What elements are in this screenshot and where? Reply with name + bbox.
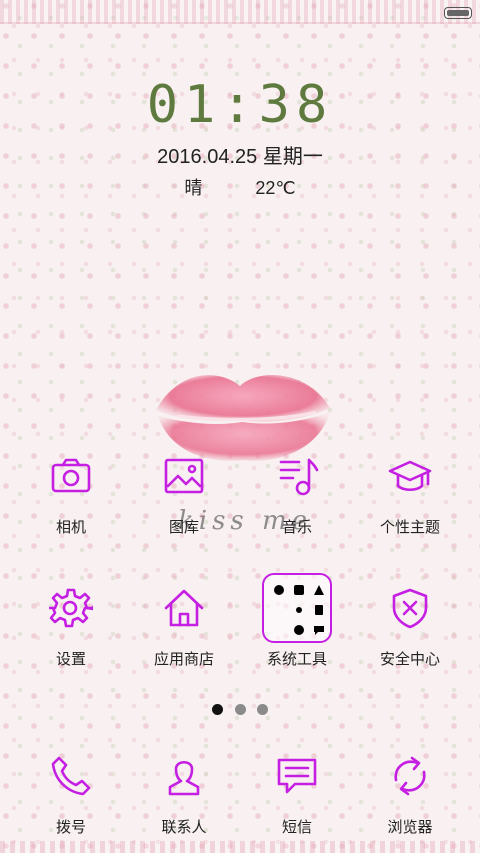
weather-condition: 晴 bbox=[184, 178, 203, 198]
app-themes[interactable]: 个性主题 bbox=[355, 446, 465, 537]
bottom-lace-border bbox=[0, 841, 480, 853]
mini-app-icon bbox=[274, 585, 284, 595]
app-label: 安全中心 bbox=[379, 651, 440, 668]
app-music[interactable]: 音乐 bbox=[242, 446, 352, 537]
app-label: 音乐 bbox=[281, 519, 312, 536]
mini-app-icon bbox=[274, 605, 284, 615]
page-indicator[interactable] bbox=[0, 700, 480, 719]
mini-app-icon bbox=[314, 585, 324, 595]
mini-app-icon bbox=[315, 605, 323, 615]
camera-icon bbox=[41, 446, 101, 506]
page-dot-2[interactable] bbox=[234, 704, 246, 715]
app-store-icon bbox=[154, 578, 214, 638]
top-lace-border bbox=[0, 0, 480, 24]
date-text: 2016.04.25 星期一 bbox=[157, 146, 323, 168]
music-icon bbox=[267, 446, 327, 506]
page-dot-1[interactable] bbox=[212, 704, 224, 715]
app-label: 个性主题 bbox=[379, 519, 440, 536]
temperature: 22℃ bbox=[255, 178, 296, 198]
clock: 01:38 bbox=[146, 75, 334, 135]
app-label: 浏览器 bbox=[387, 819, 433, 836]
messages-icon bbox=[267, 746, 327, 806]
security-icon bbox=[380, 578, 440, 638]
contacts-icon bbox=[154, 746, 214, 806]
app-camera[interactable]: 相机 bbox=[16, 446, 126, 537]
app-label: 图库 bbox=[168, 519, 199, 536]
browser-icon bbox=[380, 746, 440, 806]
phone-icon bbox=[41, 746, 101, 806]
app-label: 系统工具 bbox=[266, 651, 327, 668]
app-security-center[interactable]: 安全中心 bbox=[355, 578, 465, 669]
app-label: 短信 bbox=[281, 819, 312, 836]
weather-row: 晴 22℃ bbox=[0, 174, 480, 200]
mini-app-icon bbox=[274, 627, 284, 633]
app-label: 拨号 bbox=[55, 819, 86, 836]
mini-app-icon bbox=[296, 607, 302, 613]
app-gallery[interactable]: 图库 bbox=[129, 446, 239, 537]
app-label: 联系人 bbox=[161, 819, 207, 836]
mini-app-icon bbox=[314, 626, 324, 635]
dock-messages[interactable]: 短信 bbox=[242, 746, 352, 837]
gallery-icon bbox=[154, 446, 214, 506]
page-dot-3[interactable] bbox=[256, 704, 268, 715]
folder-icon bbox=[262, 573, 332, 643]
app-settings[interactable]: 设置 bbox=[16, 578, 126, 669]
theme-icon bbox=[380, 446, 440, 506]
mini-app-icon bbox=[294, 625, 304, 635]
app-label: 相机 bbox=[55, 519, 86, 536]
mini-app-icon bbox=[294, 585, 304, 595]
dock-contacts[interactable]: 联系人 bbox=[129, 746, 239, 837]
app-system-tools-folder[interactable]: 系统工具 bbox=[242, 573, 352, 669]
app-store[interactable]: 应用商店 bbox=[129, 578, 239, 669]
app-label: 设置 bbox=[55, 651, 86, 668]
app-label: 应用商店 bbox=[153, 651, 214, 668]
settings-icon bbox=[41, 578, 101, 638]
dock-browser[interactable]: 浏览器 bbox=[355, 746, 465, 837]
dock-dialer[interactable]: 拨号 bbox=[16, 746, 126, 837]
battery-icon bbox=[444, 7, 472, 19]
